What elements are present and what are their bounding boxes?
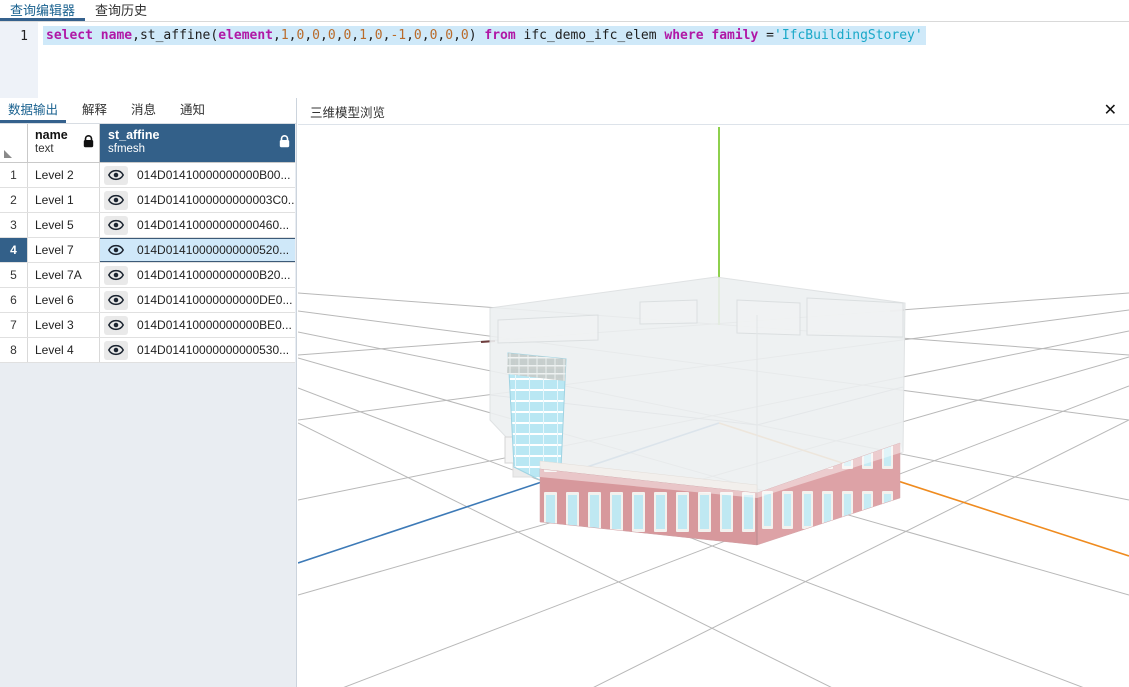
name-cell[interactable]: Level 4 xyxy=(28,338,100,362)
st-affine-value: 014D01410000000000530... xyxy=(137,343,289,357)
column-header-st-affine[interactable]: st_affine sfmesh xyxy=(100,124,295,162)
st-affine-value: 014D01410000000000B00... xyxy=(137,168,290,182)
lock-icon xyxy=(279,135,290,151)
table-row[interactable]: 2 Level 1 014D0141000000000003C0... xyxy=(0,188,295,213)
st-affine-value: 014D01410000000000BE0... xyxy=(137,318,292,332)
st-affine-cell[interactable]: 014D01410000000000520... xyxy=(100,238,295,262)
results-tab-数据输出[interactable]: 数据输出 xyxy=(0,98,66,123)
column-header-name[interactable]: name text xyxy=(28,124,100,162)
results-panel: 数据输出解释消息通知 name text st_affine sfmesh xyxy=(0,98,297,687)
results-tabbar: 数据输出解释消息通知 xyxy=(0,98,296,124)
lock-icon xyxy=(83,135,94,151)
st-affine-cell[interactable]: 014D01410000000000B20... xyxy=(100,263,295,287)
table-row[interactable]: 1 Level 2 014D01410000000000B00... xyxy=(0,163,295,188)
view-geometry-eye-button[interactable] xyxy=(104,266,128,285)
view-geometry-eye-button[interactable] xyxy=(104,191,128,210)
name-cell[interactable]: Level 3 xyxy=(28,313,100,337)
tab-query-history[interactable]: 查询历史 xyxy=(85,0,157,21)
row-number-cell[interactable]: 7 xyxy=(0,313,28,337)
name-cell[interactable]: Level 1 xyxy=(28,188,100,212)
eye-icon xyxy=(108,169,124,181)
view-geometry-eye-button[interactable] xyxy=(104,341,128,360)
sql-statement[interactable]: select name,st_affine(element,1,0,0,0,0,… xyxy=(43,26,926,45)
column-name-label: st_affine xyxy=(108,128,291,142)
sql-code-area[interactable]: select name,st_affine(element,1,0,0,0,0,… xyxy=(38,22,926,98)
column-type-label: sfmesh xyxy=(108,143,291,155)
view-geometry-eye-button[interactable] xyxy=(104,216,128,235)
results-tab-通知[interactable]: 通知 xyxy=(172,98,213,123)
eye-icon xyxy=(108,244,124,256)
st-affine-cell[interactable]: 014D01410000000000BE0... xyxy=(100,313,295,337)
line-number-gutter: 1 xyxy=(0,22,38,98)
viewer-header: 三维模型浏览 ✕ xyxy=(298,98,1129,125)
st-affine-cell[interactable]: 014D01410000000000460... xyxy=(100,213,295,237)
eye-icon xyxy=(108,219,124,231)
viewer-title: 三维模型浏览 xyxy=(310,102,385,121)
data-grid-header: name text st_affine sfmesh xyxy=(0,124,295,163)
query-tabbar: 查询编辑器 查询历史 xyxy=(0,0,1129,22)
view-geometry-eye-button[interactable] xyxy=(104,316,128,335)
st-affine-value: 014D01410000000000460... xyxy=(137,218,289,232)
viewer-canvas-3d[interactable] xyxy=(298,125,1129,687)
row-number-cell[interactable]: 3 xyxy=(0,213,28,237)
line-number: 1 xyxy=(20,29,28,44)
row-number-cell[interactable]: 6 xyxy=(0,288,28,312)
table-row[interactable]: 6 Level 6 014D01410000000000DE0... xyxy=(0,288,295,313)
table-row[interactable]: 8 Level 4 014D01410000000000530... xyxy=(0,338,295,363)
st-affine-cell[interactable]: 014D01410000000000B00... xyxy=(100,163,295,187)
eye-icon xyxy=(108,344,124,356)
row-number-cell[interactable]: 4 xyxy=(0,238,28,262)
view-geometry-eye-button[interactable] xyxy=(104,166,128,185)
view-geometry-eye-button[interactable] xyxy=(104,241,128,260)
row-number-cell[interactable]: 5 xyxy=(0,263,28,287)
name-cell[interactable]: Level 7A xyxy=(28,263,100,287)
app-window: 查询编辑器 查询历史 1 select name,st_affine(eleme… xyxy=(0,0,1129,687)
close-icon[interactable]: ✕ xyxy=(1104,103,1117,119)
name-cell[interactable]: Level 6 xyxy=(28,288,100,312)
st-affine-value: 014D01410000000000B20... xyxy=(137,268,290,282)
st-affine-cell[interactable]: 014D01410000000000530... xyxy=(100,338,295,362)
select-all-corner[interactable] xyxy=(0,124,28,162)
name-cell[interactable]: Level 7 xyxy=(28,238,100,262)
table-row[interactable]: 3 Level 5 014D01410000000000460... xyxy=(0,213,295,238)
building-model xyxy=(490,277,905,545)
sql-editor[interactable]: 1 select name,st_affine(element,1,0,0,0,… xyxy=(0,22,1129,98)
name-cell[interactable]: Level 5 xyxy=(28,213,100,237)
tab-query-editor[interactable]: 查询编辑器 xyxy=(0,0,85,21)
name-cell[interactable]: Level 2 xyxy=(28,163,100,187)
eye-icon xyxy=(108,294,124,306)
select-all-triangle-icon xyxy=(4,150,12,158)
eye-icon xyxy=(108,269,124,281)
st-affine-value: 014D01410000000000DE0... xyxy=(137,293,292,307)
table-row[interactable]: 4 Level 7 014D01410000000000520... xyxy=(0,238,295,263)
view-geometry-eye-button[interactable] xyxy=(104,291,128,310)
table-row[interactable]: 7 Level 3 014D01410000000000BE0... xyxy=(0,313,295,338)
eye-icon xyxy=(108,319,124,331)
st-affine-value: 014D0141000000000003C0... xyxy=(137,193,295,207)
eye-icon xyxy=(108,194,124,206)
viewer-panel: 三维模型浏览 ✕ xyxy=(298,98,1129,687)
data-grid-body: 1 Level 2 014D01410000000000B00... 2 Lev… xyxy=(0,163,295,363)
st-affine-cell[interactable]: 014D0141000000000003C0... xyxy=(100,188,295,212)
row-number-cell[interactable]: 8 xyxy=(0,338,28,362)
results-tab-消息[interactable]: 消息 xyxy=(123,98,164,123)
table-row[interactable]: 5 Level 7A 014D01410000000000B20... xyxy=(0,263,295,288)
st-affine-cell[interactable]: 014D01410000000000DE0... xyxy=(100,288,295,312)
row-number-cell[interactable]: 2 xyxy=(0,188,28,212)
results-tab-解释[interactable]: 解释 xyxy=(74,98,115,123)
row-number-cell[interactable]: 1 xyxy=(0,163,28,187)
data-grid: name text st_affine sfmesh 1 Level 2 xyxy=(0,124,295,363)
st-affine-value: 014D01410000000000520... xyxy=(137,243,289,257)
